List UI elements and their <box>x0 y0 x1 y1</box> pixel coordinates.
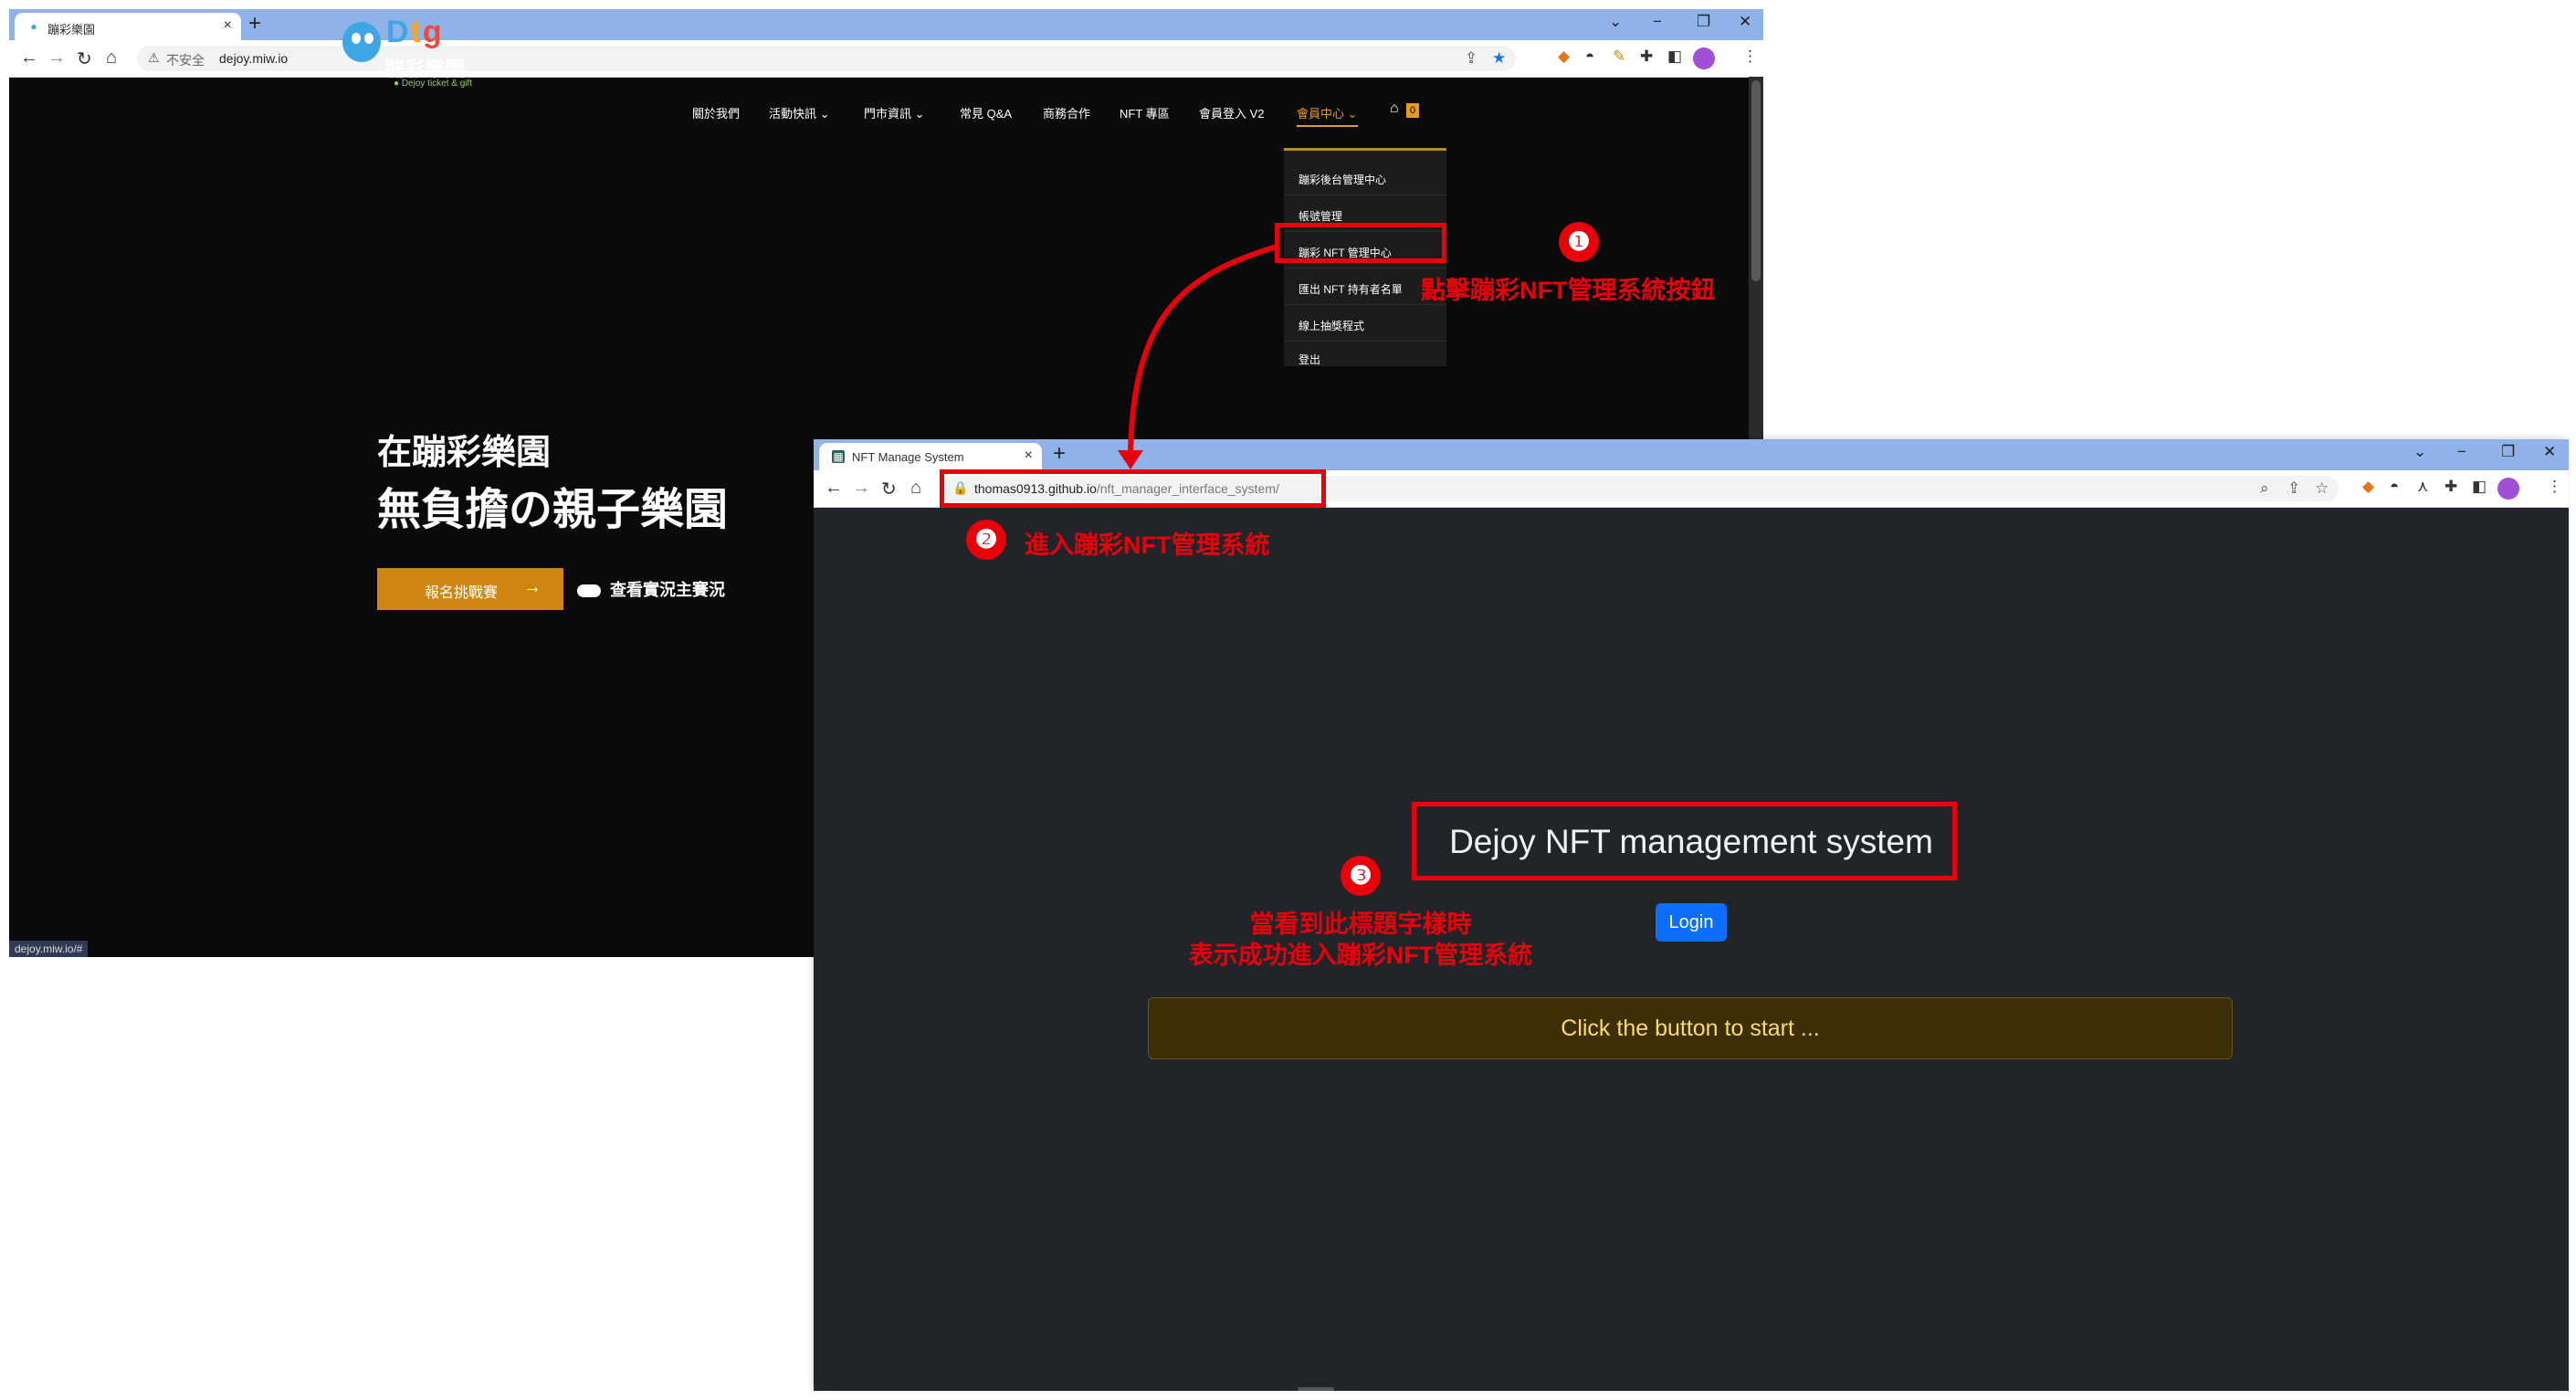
flow-arrow <box>1118 244 1277 469</box>
flow-arrow-path <box>1128 244 1277 458</box>
arrow-head-icon <box>1118 450 1143 469</box>
